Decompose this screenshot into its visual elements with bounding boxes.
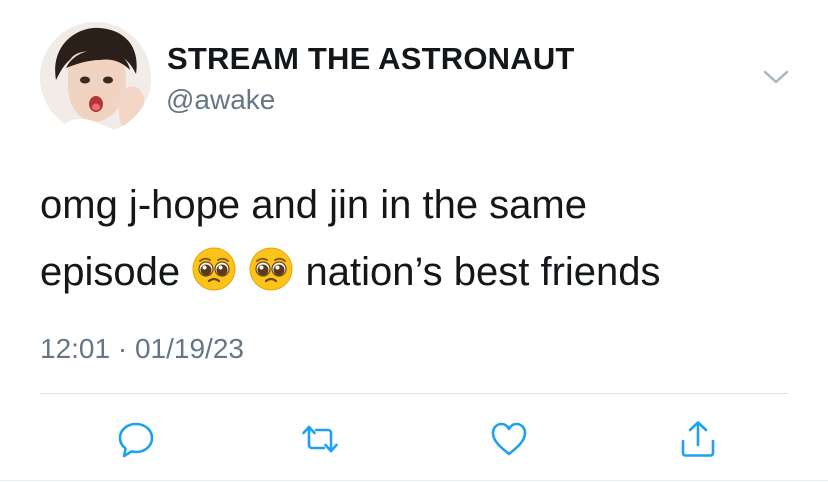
chevron-down-icon	[763, 70, 789, 84]
tweet-text-line-1: omg j-hope and jin in the same	[40, 183, 587, 227]
pleading-face-emoji-icon	[191, 246, 237, 292]
author-avatar[interactable]	[40, 22, 151, 133]
share-button[interactable]	[678, 419, 718, 459]
tweet-text-line-2: episode nation’s best friends	[40, 239, 800, 306]
profile-photo-icon	[40, 22, 151, 133]
share-icon	[681, 421, 715, 457]
tweet-text-segment: episode	[40, 250, 181, 294]
tweet-text: omg j-hope and jin in the same episode n…	[40, 172, 800, 306]
pleading-face-emoji-icon	[248, 246, 294, 292]
bottom-divider	[0, 480, 828, 481]
tweet-date: 01/19/23	[134, 333, 244, 364]
retweet-icon	[302, 425, 338, 453]
tweet-menu-button[interactable]	[761, 66, 791, 88]
reply-icon	[118, 422, 154, 458]
tweet-time: 12:01	[40, 333, 111, 364]
divider	[40, 393, 788, 394]
tweet-timestamp[interactable]: 12:01 · 01/19/23	[40, 333, 244, 365]
like-button[interactable]	[489, 419, 529, 459]
tweet-card: STREAM THE ASTRONAUT @awake omg j-hope a…	[0, 0, 828, 482]
tweet-text-segment: nation’s best friends	[305, 250, 661, 294]
reply-button[interactable]	[116, 419, 156, 459]
heart-icon	[491, 422, 527, 456]
author-handle[interactable]: @awake	[166, 84, 275, 116]
meta-separator: ·	[117, 333, 128, 364]
author-display-name[interactable]: STREAM THE ASTRONAUT	[167, 41, 575, 77]
retweet-button[interactable]	[300, 419, 340, 459]
